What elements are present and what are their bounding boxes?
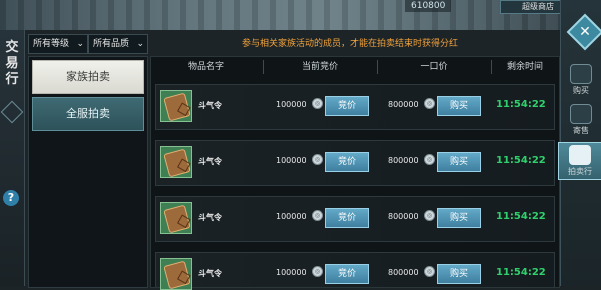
item-name: 斗气令 — [198, 269, 222, 278]
current-bid: 100000 — [276, 100, 307, 109]
title-char-1: 交 — [5, 40, 19, 55]
coin-icon: ◎ — [312, 98, 323, 109]
tab-consign-label: 寄售 — [573, 126, 589, 135]
buy-button[interactable]: 购买 — [437, 264, 481, 284]
coin-icon: ◎ — [424, 210, 435, 221]
coin-icon: ◎ — [312, 154, 323, 165]
header-current-bid: 当前竞价 — [301, 62, 338, 72]
chevron-down-icon: ⌄ — [136, 39, 144, 49]
current-bid: 100000 — [276, 212, 307, 221]
tab-family-auction-label: 家族拍卖 — [66, 70, 110, 83]
help-icon[interactable]: ? — [3, 190, 19, 206]
table-row[interactable]: 斗气令 100000 ◎ 竞价 800000 ◎ 购买 11:54:22 — [155, 140, 555, 186]
quality-filter-dropdown[interactable]: 所有品质 ⌄ — [88, 34, 148, 54]
tab-buy-label: 购买 — [573, 86, 589, 95]
current-bid: 100000 — [276, 156, 307, 165]
time-left: 11:54:22 — [496, 267, 546, 278]
stall-icon — [570, 104, 592, 124]
buyout-price: 800000 — [388, 268, 419, 277]
header-item-name: 物品名字 — [187, 62, 224, 72]
item-icon[interactable] — [160, 90, 192, 122]
chevron-down-icon: ⌄ — [76, 39, 84, 49]
buy-button[interactable]: 购买 — [437, 208, 481, 228]
buyout-price: 800000 — [388, 100, 419, 109]
time-left: 11:54:22 — [496, 211, 546, 222]
bid-button[interactable]: 竞价 — [325, 208, 369, 228]
coin-icon: ◎ — [312, 210, 323, 221]
item-icon[interactable] — [160, 258, 192, 290]
tab-auction-house[interactable]: 拍卖行 — [558, 142, 601, 180]
tab-server-auction-label: 全服拍卖 — [66, 107, 110, 120]
currency-display: 610800 — [405, 0, 452, 12]
header-buyout: 一口价 — [420, 62, 448, 72]
header-time-left: 剩余时间 — [506, 62, 543, 72]
title-char-2: 易 — [5, 56, 19, 71]
buyout-price: 800000 — [388, 156, 419, 165]
currency-value: 610800 — [411, 1, 446, 11]
bid-button[interactable]: 竞价 — [325, 264, 369, 284]
tab-family-auction[interactable]: 家族拍卖 — [32, 60, 144, 94]
shop-button-label: 超级商店 — [522, 2, 554, 11]
quality-filter-label: 所有品质 — [93, 39, 130, 49]
buy-button[interactable]: 购买 — [437, 96, 481, 116]
shop-icon — [570, 64, 592, 84]
item-name: 斗气令 — [198, 157, 222, 166]
table-header: 物品名字 当前竞价 一口价 剩余时间 — [150, 58, 558, 76]
bid-button[interactable]: 竞价 — [325, 96, 369, 116]
current-bid: 100000 — [276, 268, 307, 277]
buy-button[interactable]: 购买 — [437, 152, 481, 172]
notice-text: 参与相关家族活动的成员，才能在拍卖结束时获得分红 — [241, 39, 458, 49]
buyout-price: 800000 — [388, 212, 419, 221]
table-row[interactable]: 斗气令 100000 ◎ 竞价 800000 ◎ 购买 11:54:22 — [155, 196, 555, 242]
level-filter-dropdown[interactable]: 所有等级 ⌄ — [28, 34, 88, 54]
scales-icon — [569, 145, 591, 165]
item-icon[interactable] — [160, 146, 192, 178]
window-title: 交 易 行 — [2, 40, 22, 88]
bid-button[interactable]: 竞价 — [325, 152, 369, 172]
tab-consign[interactable]: 寄售 — [563, 102, 599, 138]
item-name: 斗气令 — [198, 213, 222, 222]
item-name: 斗气令 — [198, 101, 222, 110]
item-icon[interactable] — [160, 202, 192, 234]
tab-auction-house-label: 拍卖行 — [568, 167, 592, 176]
time-left: 11:54:22 — [496, 99, 546, 110]
time-left: 11:54:22 — [496, 155, 546, 166]
level-filter-label: 所有等级 — [33, 39, 70, 49]
coin-icon: ◎ — [424, 154, 435, 165]
tab-buy[interactable]: 购买 — [563, 62, 599, 98]
close-icon: ✕ — [579, 24, 591, 40]
coin-icon: ◎ — [424, 98, 435, 109]
table-row[interactable]: 斗气令 100000 ◎ 竞价 800000 ◎ 购买 11:54:22 — [155, 252, 555, 290]
coin-icon: ◎ — [312, 266, 323, 277]
coin-icon: ◎ — [424, 266, 435, 277]
table-row[interactable]: 斗气令 100000 ◎ 竞价 800000 ◎ 购买 11:54:22 — [155, 84, 555, 130]
tab-server-auction[interactable]: 全服拍卖 — [32, 97, 144, 131]
title-char-3: 行 — [5, 72, 19, 87]
